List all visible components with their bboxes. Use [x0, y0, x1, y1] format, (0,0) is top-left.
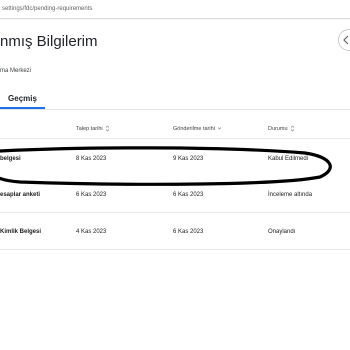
row-sent-date: 9 Kas 2023 [173, 156, 204, 162]
column-header-requested[interactable]: Talep tarihi [76, 125, 110, 132]
side-panel-button[interactable] [338, 29, 350, 51]
column-header-sent[interactable]: Gönderilme tarihi [173, 125, 222, 132]
page-content: nmış Bilgilerim ma Merkezi Geçmiş Talep … [0, 20, 350, 350]
address-bar[interactable]: settings/fdc/pending-requirements [0, 0, 350, 19]
row-status: Kabul Edilmedi [268, 156, 309, 162]
row-document-name: belgesi [0, 156, 21, 162]
row-divider [0, 212, 350, 213]
chevron-left-icon [343, 35, 349, 45]
column-header-label: Durumu [268, 125, 288, 132]
tab-bar: Geçmiş [0, 90, 350, 110]
row-document-name: Kimlik Belgesi [0, 229, 42, 235]
page-title: nmış Bilgilerim [0, 33, 98, 50]
row-sent-date: 6 Kas 2023 [173, 229, 204, 235]
page-subtitle: ma Merkezi [0, 68, 32, 74]
row-status: Onaylandı [268, 229, 296, 235]
row-sent-date: 6 Kas 2023 [173, 192, 204, 198]
sort-icon [105, 125, 110, 132]
hand-drawn-circle-annotation [0, 146, 332, 186]
column-header-status[interactable]: Durumu [268, 125, 295, 132]
row-divider [0, 249, 350, 250]
url-text: settings/fdc/pending-requirements [2, 6, 93, 12]
tab-history[interactable]: Geçmiş [0, 90, 45, 109]
row-document-name: esaplar anketi [0, 192, 41, 198]
column-header-label: Talep tarihi [76, 125, 103, 132]
row-requested-date: 8 Kas 2023 [76, 156, 107, 162]
column-header-label: Gönderilme tarihi [173, 125, 215, 132]
tab-history-label: Geçmiş [8, 94, 37, 103]
row-divider [0, 138, 350, 139]
row-requested-date: 4 Kas 2023 [76, 229, 107, 235]
row-requested-date: 6 Kas 2023 [76, 192, 107, 198]
sort-icon [290, 125, 295, 132]
chevron-down-icon [217, 125, 222, 132]
row-status: İnceleme altında [268, 192, 313, 198]
